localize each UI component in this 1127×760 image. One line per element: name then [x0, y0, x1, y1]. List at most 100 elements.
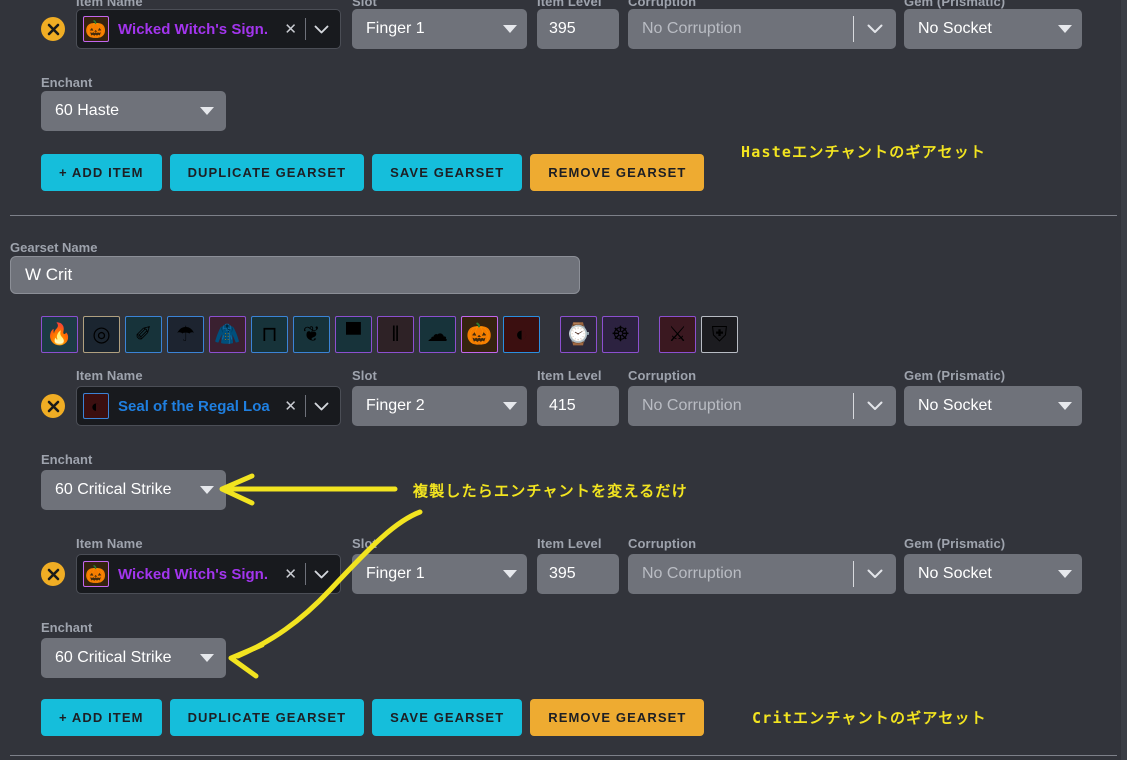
chevron-down-icon[interactable] — [854, 401, 896, 411]
equip-icon-back[interactable]: ☂ — [167, 316, 204, 353]
equip-icon-offhand[interactable]: ⛨ — [701, 316, 738, 353]
item-name-combobox[interactable]: 🎃 Wicked Witch's Sign. ✕ — [76, 9, 341, 49]
slot-select[interactable]: Finger 1 — [352, 554, 527, 594]
enchant-value: 60 Critical Strike — [55, 649, 172, 666]
gem-select[interactable]: No Socket — [904, 9, 1082, 49]
table-row: 🎃 Wicked Witch's Sign. ✕ Finger 1 395 No… — [0, 554, 1127, 594]
equip-icon-head[interactable]: 🔥 — [41, 316, 78, 353]
slot-value: Finger 1 — [366, 20, 425, 37]
annotation-crit-note: Critエンチャントのギアセット — [752, 709, 987, 727]
slot-select[interactable]: Finger 2 — [352, 386, 527, 426]
chevron-down-icon — [503, 570, 517, 578]
chevron-down-icon[interactable] — [306, 402, 336, 411]
equip-icon-trinket2[interactable]: ☸ — [602, 316, 639, 353]
column-label-item-name: Item Name — [76, 0, 143, 9]
equipment-icon-group: ⚔ ⛨ — [659, 316, 738, 353]
chevron-down-icon — [503, 402, 517, 410]
duplicate-gearset-button[interactable]: DUPLICATE GEARSET — [169, 699, 365, 736]
clear-item-icon[interactable]: ✕ — [276, 20, 305, 38]
equip-icon-hands[interactable]: ▀ — [335, 316, 372, 353]
chevron-down-icon[interactable] — [854, 24, 896, 34]
remove-gearset-button[interactable]: REMOVE GEARSET — [530, 699, 705, 736]
equip-icon-feet[interactable]: ☁ — [419, 316, 456, 353]
duplicate-gearset-button[interactable]: DUPLICATE GEARSET — [169, 154, 365, 191]
pumpkin-item-icon: 🎃 — [83, 16, 109, 42]
equip-icon-legs[interactable]: ‖ — [377, 316, 414, 353]
chevron-down-icon[interactable] — [306, 25, 336, 34]
equip-icon-shoulder[interactable]: ✐ — [125, 316, 162, 353]
item-level-value: 395 — [549, 565, 576, 582]
enchant-label: Enchant — [41, 452, 93, 467]
save-gearset-button[interactable]: SAVE GEARSET — [372, 154, 523, 191]
save-gearset-button[interactable]: SAVE GEARSET — [372, 699, 523, 736]
chevron-down-icon — [200, 654, 214, 662]
item-name-value: Seal of the Regal Loa — [118, 397, 270, 415]
gearset-action-buttons: + ADD ITEM DUPLICATE GEARSET SAVE GEARSE… — [0, 154, 705, 191]
corruption-select[interactable]: No Corruption — [628, 554, 896, 594]
equip-icon-trinket1[interactable]: ⌚ — [560, 316, 597, 353]
enchant-label: Enchant — [41, 75, 93, 90]
corruption-select[interactable]: No Corruption — [628, 9, 896, 49]
chevron-down-icon — [200, 486, 214, 494]
item-level-value: 415 — [549, 397, 576, 414]
slot-select[interactable]: Finger 1 — [352, 9, 527, 49]
table-row: ◐ Seal of the Regal Loa ✕ Finger 2 415 N… — [0, 386, 1127, 426]
equip-icon-waist[interactable]: ⊓ — [251, 316, 288, 353]
equipment-icon-group: 🔥 ◎ ✐ ☂ 🧥 ⊓ ❦ ▀ ‖ ☁ 🎃 ◐ — [41, 316, 540, 353]
gearset-name-value: W Crit — [25, 265, 73, 284]
gem-select[interactable]: No Socket — [904, 386, 1082, 426]
chevron-down-icon — [200, 107, 214, 115]
item-row: 🎃 Wicked Witch's Sign. ✕ Finger 1 395 No… — [0, 9, 1127, 49]
gem-value: No Socket — [918, 397, 992, 414]
enchant-select[interactable]: 60 Critical Strike — [41, 638, 226, 678]
ring-item-icon: ◐ — [83, 393, 109, 419]
chevron-down-icon[interactable] — [854, 569, 896, 579]
corruption-value: No Corruption — [642, 565, 742, 582]
column-label-item-level: Item Level — [537, 0, 602, 9]
add-item-button[interactable]: + ADD ITEM — [41, 699, 162, 736]
gem-value: No Socket — [918, 20, 992, 37]
equip-icon-chest[interactable]: 🧥 — [209, 316, 246, 353]
chevron-down-icon — [1058, 402, 1072, 410]
equipment-icon-group: ⌚ ☸ — [560, 316, 639, 353]
item-level-field[interactable]: 395 — [537, 9, 619, 49]
enchant-label: Enchant — [41, 620, 93, 635]
close-icon — [47, 23, 59, 35]
gearset-editor-page: Item Name Slot Item Level Corruption Gem… — [0, 0, 1127, 760]
remove-gearset-button[interactable]: REMOVE GEARSET — [530, 154, 705, 191]
equip-icon-wrist[interactable]: ❦ — [293, 316, 330, 353]
corruption-select[interactable]: No Corruption — [628, 386, 896, 426]
equip-icon-finger2[interactable]: ◐ — [503, 316, 540, 353]
add-item-button[interactable]: + ADD ITEM — [41, 154, 162, 191]
annotation-haste-note: Hasteエンチャントのギアセット — [741, 143, 987, 161]
equip-icon-mainhand[interactable]: ⚔ — [659, 316, 696, 353]
close-icon — [47, 400, 59, 412]
item-level-value: 395 — [549, 20, 576, 37]
enchant-select[interactable]: 60 Haste — [41, 91, 226, 131]
column-label-item-level: Item Level — [537, 368, 602, 383]
item-level-field[interactable]: 415 — [537, 386, 619, 426]
clear-item-icon[interactable]: ✕ — [276, 565, 305, 583]
delete-item-button[interactable] — [41, 17, 65, 41]
gem-select[interactable]: No Socket — [904, 554, 1082, 594]
enchant-select[interactable]: 60 Critical Strike — [41, 470, 226, 510]
delete-item-button[interactable] — [41, 394, 65, 418]
close-icon — [47, 568, 59, 580]
column-label-slot: Slot — [352, 368, 377, 383]
gearset-name-input[interactable]: W Crit — [10, 256, 580, 294]
slot-value: Finger 2 — [366, 397, 425, 414]
equipment-icon-strip: 🔥 ◎ ✐ ☂ 🧥 ⊓ ❦ ▀ ‖ ☁ 🎃 ◐ ⌚ ☸ ⚔ ⛨ — [41, 316, 738, 353]
item-name-combobox[interactable]: ◐ Seal of the Regal Loa ✕ — [76, 386, 341, 426]
column-label-gem: Gem (Prismatic) — [904, 536, 1006, 551]
chevron-down-icon[interactable] — [306, 570, 336, 579]
equip-icon-neck[interactable]: ◎ — [83, 316, 120, 353]
column-label-slot: Slot — [352, 536, 377, 551]
item-name-combobox[interactable]: 🎃 Wicked Witch's Sign. ✕ — [76, 554, 341, 594]
item-level-field[interactable]: 395 — [537, 554, 619, 594]
vertical-scrollbar[interactable] — [1121, 0, 1127, 760]
slot-value: Finger 1 — [366, 565, 425, 582]
equip-icon-finger1[interactable]: 🎃 — [461, 316, 498, 353]
delete-item-button[interactable] — [41, 562, 65, 586]
clear-item-icon[interactable]: ✕ — [276, 397, 305, 415]
column-label-gem: Gem (Prismatic) — [904, 368, 1006, 383]
